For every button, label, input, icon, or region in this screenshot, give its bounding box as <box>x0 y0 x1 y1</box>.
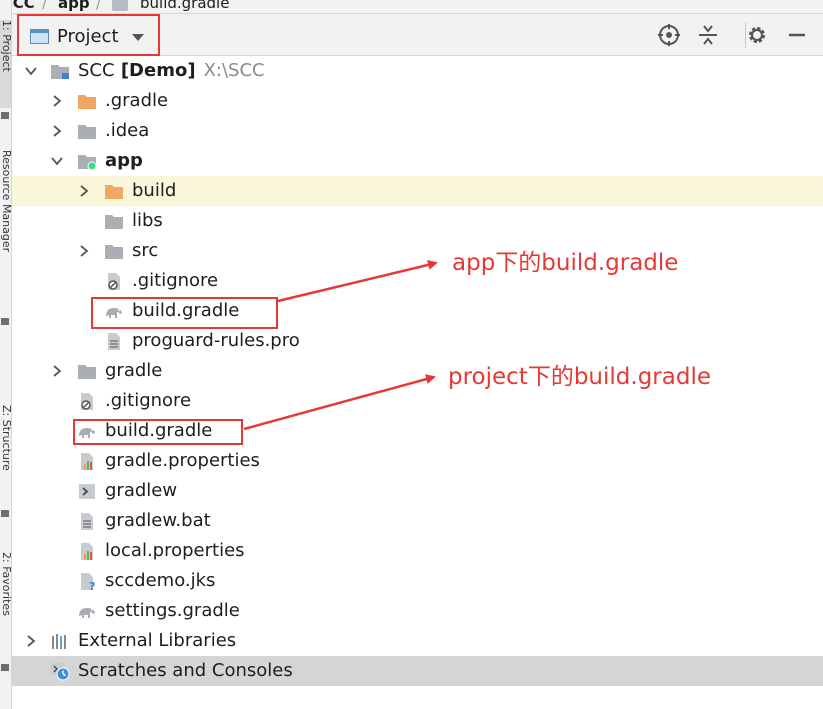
shell-script-icon <box>77 482 97 501</box>
tree-item-label: gradle <box>105 360 163 381</box>
chevron-down-icon[interactable] <box>24 64 38 78</box>
view-selector-label: Project <box>57 26 119 47</box>
tree-item-label: SCC [Demo] X:\SCC <box>78 60 265 81</box>
chevron-right-icon[interactable] <box>50 124 64 138</box>
tree-item-label: .idea <box>105 120 150 141</box>
chevron-right-icon[interactable] <box>24 634 38 648</box>
tree-row[interactable]: build <box>12 176 823 206</box>
view-selector-dropdown[interactable]: Project <box>17 14 160 56</box>
libraries-icon <box>50 632 70 651</box>
project-toolbar: Project <box>12 14 823 56</box>
android-module-icon <box>77 152 97 171</box>
tree-item-label: sccdemo.jks <box>105 570 216 591</box>
tree-row[interactable]: .idea <box>12 116 823 146</box>
tree-row[interactable]: SCC [Demo] X:\SCC <box>12 56 823 86</box>
gradle-elephant-icon <box>77 602 97 621</box>
tree-item-label: gradle.properties <box>105 450 260 471</box>
side-tab-project[interactable]: 1: Project <box>0 20 11 108</box>
orange-folder-icon <box>77 92 97 111</box>
text-file-icon <box>77 512 97 531</box>
breadcrumb-item[interactable]: SCC <box>12 0 35 13</box>
side-tab-marker <box>1 664 9 671</box>
side-tab-resource-manager[interactable]: Resource Manager <box>0 150 11 310</box>
minimize-icon[interactable] <box>785 23 809 47</box>
tree-item-label: app <box>105 150 143 171</box>
text-file-icon <box>104 332 124 351</box>
highlight-box-app-build-gradle <box>91 297 278 329</box>
tree-row[interactable]: gradlew.bat <box>12 506 823 536</box>
breadcrumb-separator: / <box>42 0 48 12</box>
chevron-right-icon[interactable] <box>77 244 91 258</box>
tree-row[interactable]: proguard-rules.pro <box>12 326 823 356</box>
project-view-icon <box>30 29 49 44</box>
unknown-file-icon: ? <box>77 572 97 593</box>
tree-row[interactable]: src <box>12 236 823 266</box>
properties-file-icon <box>77 542 97 561</box>
tree-item-label: .gitignore <box>105 390 192 411</box>
project-path: X:\SCC <box>203 60 265 81</box>
tree-row[interactable]: ? sccdemo.jks <box>12 566 823 596</box>
project-name-suffix: [Demo] <box>114 60 196 81</box>
tree-item-label: build <box>132 180 177 201</box>
tree-item-label: libs <box>132 210 163 231</box>
ignored-file-icon <box>104 272 124 291</box>
tree-item-label: settings.gradle <box>105 600 240 621</box>
tree-row[interactable]: gradle.properties <box>12 446 823 476</box>
tree-row[interactable]: External Libraries <box>12 626 823 656</box>
svg-text:?: ? <box>89 580 95 591</box>
annotation-app-build-gradle: app下的build.gradle <box>452 250 679 276</box>
breadcrumb-separator: / <box>96 0 102 12</box>
chevron-down-icon <box>132 34 144 41</box>
orange-folder-icon <box>104 182 124 201</box>
tree-item-label: gradlew.bat <box>105 510 211 531</box>
tree-row[interactable]: app <box>12 146 823 176</box>
tree-item-label: proguard-rules.pro <box>132 330 300 351</box>
highlight-box-project-build-gradle <box>73 419 243 445</box>
tree-row[interactable]: settings.gradle <box>12 596 823 626</box>
locate-icon[interactable] <box>657 23 681 47</box>
tree-item-label: Scratches and Consoles <box>78 660 293 681</box>
tree-row[interactable]: gradlew <box>12 476 823 506</box>
gradle-elephant-icon <box>112 0 128 11</box>
tree-row[interactable]: local.properties <box>12 536 823 566</box>
side-tab-marker <box>1 510 9 517</box>
tree-item-label: src <box>132 240 159 261</box>
folder-icon <box>104 242 124 261</box>
chevron-right-icon[interactable] <box>77 184 91 198</box>
ignored-file-icon <box>77 392 97 411</box>
tree-row[interactable]: Scratches and Consoles <box>12 656 823 686</box>
collapse-all-icon[interactable] <box>696 23 720 47</box>
side-tab-favorites[interactable]: 2: Favorites <box>0 552 11 662</box>
chevron-right-icon[interactable] <box>50 94 64 108</box>
module-folder-icon <box>50 62 70 81</box>
tree-row[interactable]: .gradle <box>12 86 823 116</box>
side-tab-marker <box>1 112 9 119</box>
tree-item-label: .gradle <box>105 90 169 111</box>
tree-item-label: .gitignore <box>132 270 219 291</box>
folder-icon <box>77 362 97 381</box>
side-tab-marker <box>1 318 9 325</box>
tree-row[interactable]: libs <box>12 206 823 236</box>
folder-icon <box>104 212 124 231</box>
folder-icon <box>77 122 97 141</box>
tree-item-label: gradlew <box>105 480 178 501</box>
annotation-project-build-gradle: project下的build.gradle <box>448 364 711 390</box>
tree-row[interactable]: .gitignore <box>12 266 823 296</box>
scratches-icon <box>50 662 70 681</box>
breadcrumb-item[interactable]: build.gradle <box>140 0 229 13</box>
tree-item-label: local.properties <box>105 540 245 561</box>
tool-window-strip: 1: Project Resource Manager Z: Structure… <box>0 0 12 709</box>
side-tab-structure[interactable]: Z: Structure <box>0 405 11 505</box>
breadcrumb: SCC / app / build.gradle <box>12 0 823 14</box>
chevron-down-icon[interactable] <box>50 154 64 168</box>
breadcrumb-item[interactable]: app <box>58 0 90 13</box>
chevron-right-icon[interactable] <box>50 364 64 378</box>
gear-icon[interactable] <box>745 23 769 47</box>
tree-item-label: External Libraries <box>78 630 237 651</box>
properties-file-icon <box>77 452 97 471</box>
